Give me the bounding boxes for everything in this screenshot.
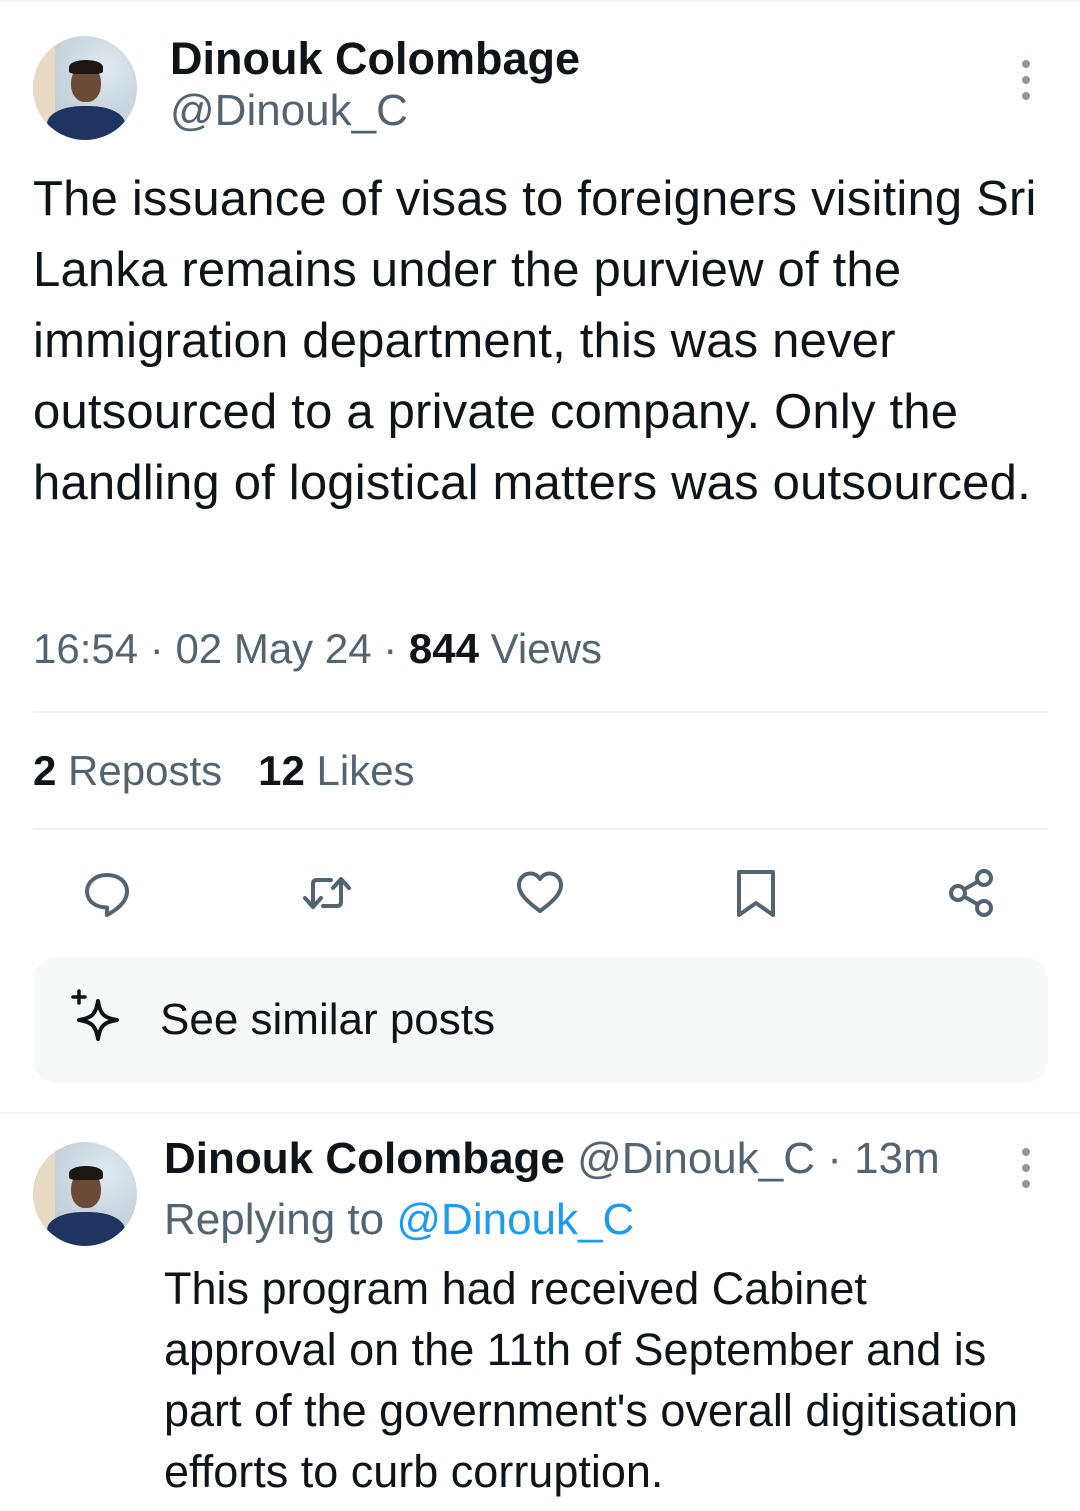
sparkle-icon xyxy=(71,989,119,1041)
tweet-date[interactable]: 02 May 24 xyxy=(175,625,371,672)
see-similar-posts-button[interactable]: See similar posts xyxy=(33,957,1048,1083)
likes-stat[interactable]: 12 Likes xyxy=(258,747,414,794)
bookmark-button[interactable] xyxy=(729,866,783,920)
tweet-time[interactable]: 16:54 xyxy=(33,625,138,672)
repost-arrows-icon xyxy=(303,877,351,909)
see-similar-posts-label: See similar posts xyxy=(160,995,496,1044)
likes-count: 12 xyxy=(258,747,305,794)
repost-button[interactable] xyxy=(300,866,354,920)
replying-to: Replying to @Dinouk_C xyxy=(164,1195,634,1245)
reposts-stat[interactable]: 2 Reposts xyxy=(33,747,222,794)
reply-time[interactable]: 13m xyxy=(854,1134,940,1183)
reply-author-name[interactable]: Dinouk Colombage xyxy=(164,1134,565,1183)
reposts-label: Reposts xyxy=(68,747,223,794)
tweet-text: The issuance of visas to foreigners visi… xyxy=(33,172,1037,510)
share-button[interactable] xyxy=(944,866,998,920)
heart-icon xyxy=(517,871,563,913)
views-count: 844 xyxy=(408,625,479,672)
top-divider xyxy=(0,0,1080,2)
bookmark-icon xyxy=(737,870,775,917)
divider xyxy=(33,711,1048,713)
replying-to-handle[interactable]: @Dinouk_C xyxy=(396,1195,634,1244)
reply-author-handle[interactable]: @Dinouk_C xyxy=(577,1134,815,1183)
replying-to-label: Replying to xyxy=(164,1195,385,1244)
likes-label: Likes xyxy=(316,747,415,794)
author-name[interactable]: Dinouk Colombage xyxy=(170,33,580,85)
share-icon xyxy=(949,869,993,917)
divider xyxy=(33,828,1048,830)
more-options-icon[interactable] xyxy=(1021,60,1031,100)
reply-more-options-icon[interactable] xyxy=(1021,1148,1031,1188)
reposts-count: 2 xyxy=(33,747,57,794)
speech-bubble-icon xyxy=(85,873,129,917)
author-handle[interactable]: @Dinouk_C xyxy=(170,86,408,136)
author-avatar[interactable] xyxy=(33,36,137,140)
reply-button[interactable] xyxy=(80,866,134,920)
reply-header: Dinouk Colombage @Dinouk_C · 13m xyxy=(164,1134,940,1184)
tweet-meta: 16:54 · 02 May 24 · 844 Views xyxy=(33,625,602,673)
reply-separator: · xyxy=(827,1134,842,1183)
engagement-stats: 2 Reposts 12 Likes xyxy=(33,747,415,795)
reply-author-avatar[interactable] xyxy=(33,1142,137,1246)
views-label: Views xyxy=(490,625,602,672)
like-button[interactable] xyxy=(513,866,567,920)
reply-text: This program had received Cabinet approv… xyxy=(164,1263,1019,1497)
section-divider xyxy=(0,1112,1080,1114)
meta-separator: · xyxy=(149,625,164,672)
meta-separator: · xyxy=(383,625,398,672)
